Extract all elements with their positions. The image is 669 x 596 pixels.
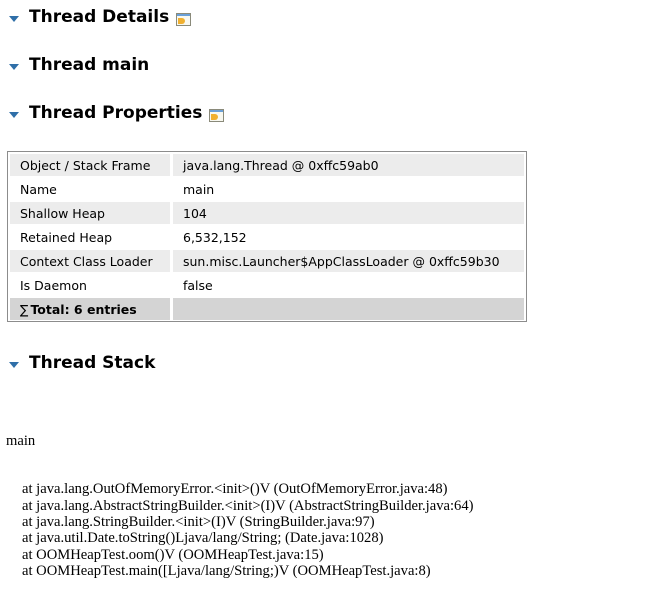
property-key: Retained Heap — [10, 226, 173, 250]
view-details-icon[interactable] — [176, 12, 192, 26]
stack-frame: at java.lang.OutOfMemoryError.<init>()V … — [22, 481, 448, 498]
collapse-twistie-icon[interactable] — [9, 111, 19, 118]
stack-frame: at OOMHeapTest.oom()V (OOMHeapTest.java:… — [22, 546, 324, 563]
collapse-twistie-icon[interactable] — [9, 63, 19, 70]
property-key: Is Daemon — [10, 274, 173, 298]
total-value-cell — [173, 298, 524, 320]
sum-icon: ∑ — [20, 301, 29, 317]
section-title: Thread Details — [29, 7, 170, 27]
thread-stack-trace: main at java.lang.OutOfMemoryError.<init… — [6, 400, 473, 596]
section-title: Thread Stack — [29, 353, 156, 373]
stack-frame: at OOMHeapTest.main([Ljava/lang/String;)… — [22, 562, 431, 579]
section-header-thread-details[interactable]: Thread Details — [9, 6, 192, 28]
property-value: 104 — [173, 202, 524, 226]
collapse-twistie-icon[interactable] — [9, 361, 19, 368]
thread-name: main — [6, 432, 36, 449]
thread-properties-table: Object / Stack Frame java.lang.Thread @ 0… — [7, 151, 527, 322]
table-row[interactable]: Name main — [10, 178, 524, 202]
property-value: false — [173, 274, 524, 298]
table-row[interactable]: Retained Heap 6,532,152 — [10, 226, 524, 250]
property-key: Shallow Heap — [10, 202, 173, 226]
table-row[interactable]: Context Class Loader sun.misc.Launcher$Ap… — [10, 250, 524, 274]
table-row[interactable]: Object / Stack Frame java.lang.Thread @ 0… — [10, 154, 524, 178]
property-key: Context Class Loader — [10, 250, 173, 274]
table-row[interactable]: Is Daemon false — [10, 274, 524, 298]
property-value: main — [173, 178, 524, 202]
total-label-cell: ∑ Total: 6 entries — [10, 298, 173, 320]
section-header-thread-main[interactable]: Thread main — [9, 54, 149, 76]
property-value: 6,532,152 — [173, 226, 524, 250]
section-header-thread-stack[interactable]: Thread Stack — [9, 352, 155, 374]
stack-frame: at java.util.Date.toString()Ljava/lang/S… — [22, 530, 384, 547]
section-title: Thread main — [29, 55, 150, 75]
section-title: Thread Properties — [29, 103, 203, 123]
total-label: Total: 6 entries — [30, 301, 137, 317]
total-row: ∑ Total: 6 entries — [10, 298, 524, 320]
collapse-twistie-icon[interactable] — [9, 15, 19, 22]
stack-frame: at java.lang.StringBuilder.<init>(I)V (S… — [22, 514, 375, 531]
properties-table: Object / Stack Frame java.lang.Thread @ 0… — [10, 154, 524, 320]
property-key: Name — [10, 178, 173, 202]
view-details-icon[interactable] — [209, 108, 225, 122]
table-row[interactable]: Shallow Heap 104 — [10, 202, 524, 226]
property-value: java.lang.Thread @ 0xffc59ab0 — [173, 154, 524, 178]
property-value: sun.misc.Launcher$AppClassLoader @ 0xffc… — [173, 250, 524, 274]
stack-frame: at java.lang.AbstractStringBuilder.<init… — [22, 497, 474, 514]
section-header-thread-properties[interactable]: Thread Properties — [9, 102, 225, 124]
property-key: Object / Stack Frame — [10, 154, 173, 178]
